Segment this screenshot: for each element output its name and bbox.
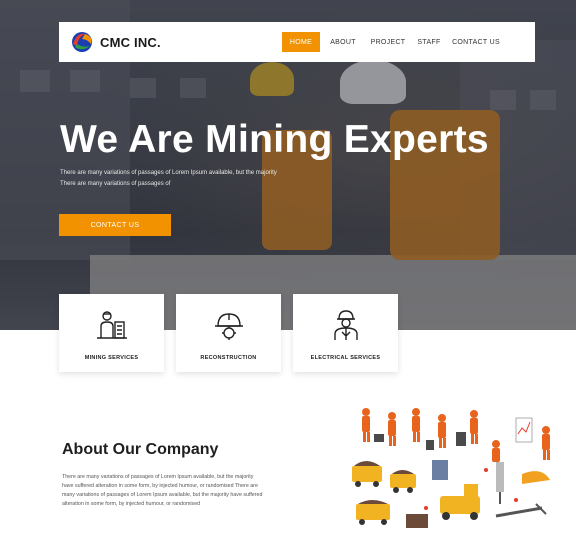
helmet-gear-icon (215, 313, 243, 340)
nav-item-contact-us[interactable]: CONTACT US (445, 32, 507, 52)
mining-workers-illustration (352, 408, 550, 528)
nav-item-home[interactable]: HOME (282, 32, 320, 52)
engineer-icon (334, 310, 358, 340)
contact-us-button[interactable]: CONTACT US (59, 214, 171, 236)
nav-item-about[interactable]: ABOUT (323, 32, 363, 52)
about-text-line: many variations of passages of Lorem Ips… (62, 492, 263, 498)
service-label: MINING SERVICES (84, 355, 139, 361)
about-text-line: have suffered alteration in some form, b… (62, 483, 258, 489)
service-card-mining[interactable]: MINING SERVICES (59, 294, 164, 372)
logo-icon (72, 32, 92, 52)
miner-icon (97, 311, 127, 339)
nav-item-staff[interactable]: STAFF (413, 32, 445, 52)
service-card-electrical[interactable]: ELECTRICAL SERVICES (293, 294, 398, 372)
service-label: RECONSTRUCTION (200, 355, 257, 361)
nav-menu: HOME ABOUT PROJECT STAFF CONTACT US (282, 32, 507, 52)
nav-item-project[interactable]: PROJECT (363, 32, 413, 52)
hero-subtitle-line: There are many variations of passages of… (60, 170, 277, 176)
about-text-line: There are many variations of passages of… (62, 474, 254, 480)
hero-subtitle-line: There are many variations of passages of (60, 181, 171, 187)
about-title: About Our Company (62, 441, 219, 458)
brand-name: CMC INC. (100, 35, 161, 50)
service-label: ELECTRICAL SERVICES (310, 355, 381, 361)
about-text-line: alteration in some form, by injected hum… (62, 501, 201, 507)
navbar: CMC INC. HOME ABOUT PROJECT STAFF CONTAC… (59, 22, 535, 62)
service-card-reconstruction[interactable]: RECONSTRUCTION (176, 294, 281, 372)
hero-title: We Are Mining Experts (60, 118, 489, 161)
